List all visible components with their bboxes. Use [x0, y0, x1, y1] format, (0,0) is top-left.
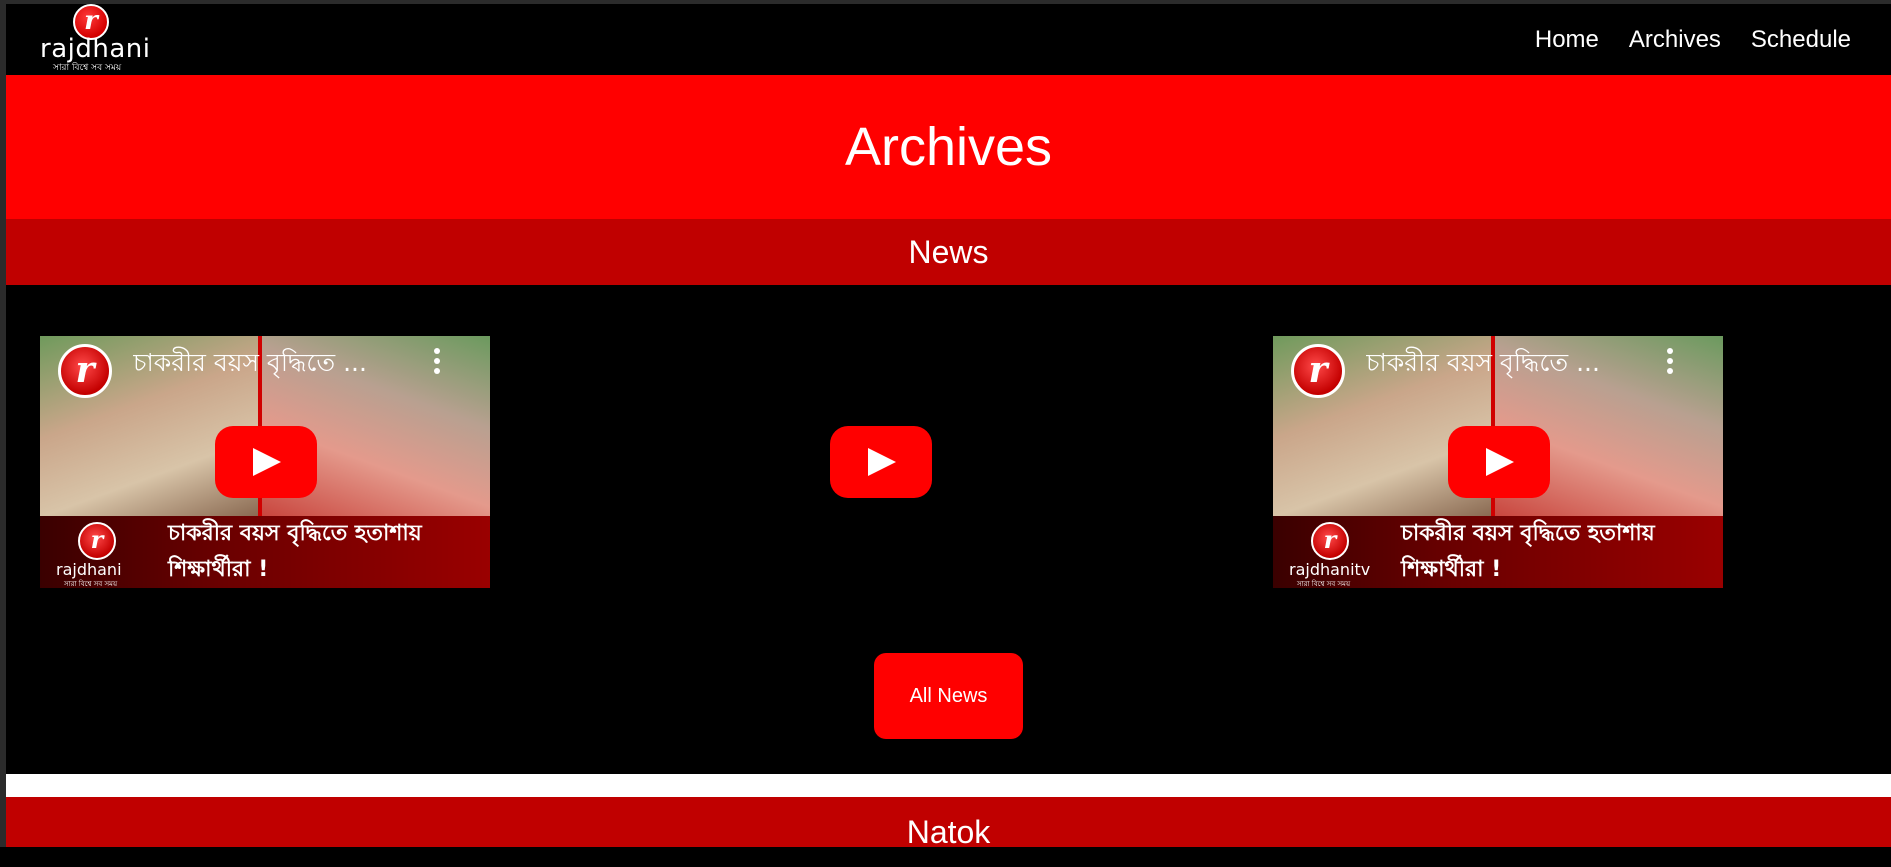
thumbnail-logo: r rajdhani সারা বিশ্বে সব সময় — [56, 520, 136, 588]
youtube-play-icon[interactable] — [1448, 426, 1550, 498]
section-title-natok: Natok — [906, 814, 991, 850]
thumbnail-caption: চাকরীর বয়স বৃদ্ধিতে হতাশায় শিক্ষার্থীর… — [168, 516, 478, 588]
section-header-natok: Natok — [6, 797, 1891, 850]
site-logo[interactable]: r rajdhani সারা বিশ্বে সব সময় — [34, 4, 154, 76]
nav-link-schedule[interactable]: Schedule — [1751, 24, 1851, 56]
thumbnail-caption: চাকরীর বয়স বৃদ্ধিতে হতাশায় শিক্ষার্থীর… — [1401, 516, 1711, 588]
section-separator — [6, 774, 1891, 797]
more-vertical-icon[interactable] — [1665, 348, 1675, 378]
page-title: Archives — [844, 117, 1053, 177]
thumbnail-logo-word: rajdhanitv — [1289, 560, 1371, 579]
logo-wordmark: rajdhani — [40, 34, 151, 64]
thumbnail-logo-tagline: সারা বিশ্বে সব সময় — [64, 580, 118, 588]
thumbnail-logo-tagline: সারা বিশ্বে সব সময় — [1297, 580, 1351, 588]
thumbnail-caption-line: শিক্ষার্থীরা ! — [168, 557, 269, 582]
section-title-news: News — [908, 234, 989, 270]
channel-avatar[interactable]: r — [1291, 344, 1345, 398]
thumbnail-caption-line: শিক্ষার্থীরা ! — [1401, 557, 1502, 582]
thumbnail-logo-mark-icon: r — [1311, 522, 1349, 560]
video-title[interactable]: চাকরীর বয়স বৃদ্ধিতে ... — [133, 346, 433, 380]
youtube-play-icon[interactable] — [215, 426, 317, 498]
thumbnail-caption-line: চাকরীর বয়স বৃদ্ধিতে হতাশায় — [1401, 521, 1655, 546]
video-title[interactable]: চাকরীর বয়স বৃদ্ধিতে ... — [1366, 346, 1666, 380]
logo-tagline: সারা বিশ্বে সব সময় — [53, 63, 122, 73]
thumbnail-logo: r rajdhanitv সারা বিশ্বে সব সময় — [1289, 520, 1371, 588]
video-embed-1[interactable]: r চাকরীর বয়স বৃদ্ধিতে ... r rajdhani সা… — [40, 336, 490, 588]
video-embed-2[interactable]: r চাকরীর বয়স বৃদ্ধিতে ... r rajdhanitv … — [1273, 336, 1723, 588]
all-news-button[interactable]: All News — [874, 653, 1023, 739]
page-header: Archives — [6, 75, 1891, 219]
thumbnail-logo-mark-icon: r — [78, 522, 116, 560]
main-nav: Home Archives Schedule — [1535, 24, 1851, 56]
channel-avatar[interactable]: r — [58, 344, 112, 398]
section-header-news: News — [6, 219, 1891, 285]
thumbnail-logo-word: rajdhani — [56, 560, 122, 579]
navbar: r rajdhani সারা বিশ্বে সব সময় Home Arch… — [6, 4, 1891, 75]
thumbnail-caption-line: চাকরীর বয়স বৃদ্ধিতে হতাশায় — [168, 521, 422, 546]
youtube-play-icon[interactable] — [830, 426, 932, 498]
more-vertical-icon[interactable] — [432, 348, 442, 378]
nav-link-archives[interactable]: Archives — [1629, 24, 1721, 56]
nav-link-home[interactable]: Home — [1535, 24, 1599, 56]
